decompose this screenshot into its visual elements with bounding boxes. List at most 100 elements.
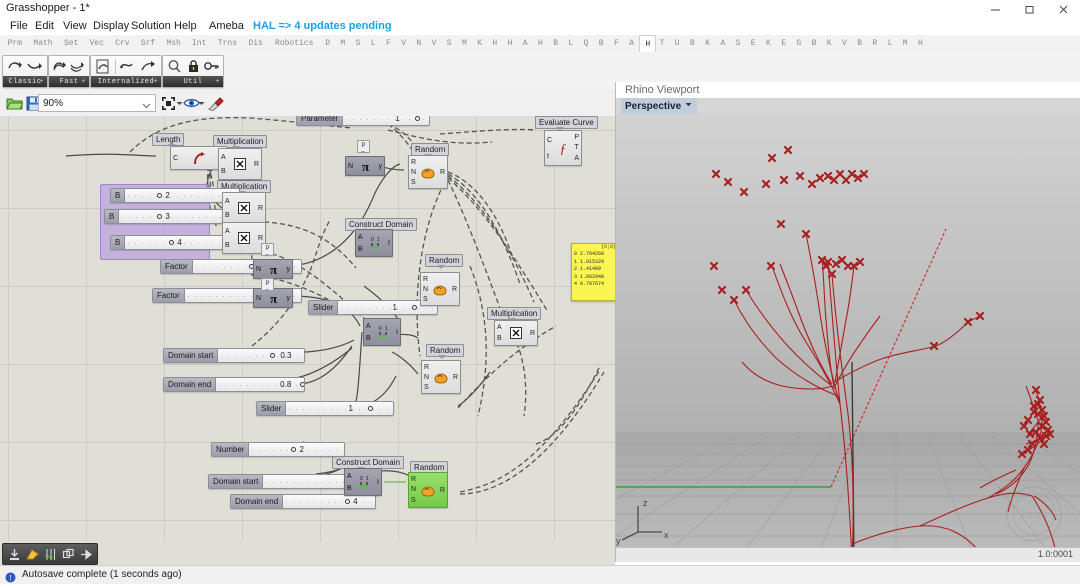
bake-icon[interactable] [6,546,22,562]
port-i[interactable]: I [388,240,390,247]
ribbon-tab-s-38[interactable]: S [730,35,745,52]
ribbon-group-expand-icon[interactable]: + [153,78,158,86]
profiler-icon[interactable] [42,546,58,562]
port-r[interactable]: R [258,235,263,242]
ribbon-tab-l-27[interactable]: L [563,35,578,52]
slider-knob[interactable] [345,499,351,504]
port-b[interactable]: B [225,212,230,219]
viewport-3d[interactable]: kardi z x y 1.0:0001 [616,114,1080,562]
port-r[interactable]: R [258,205,263,212]
port-y[interactable]: y [287,266,291,273]
port-a[interactable]: A [347,473,352,480]
menu-item-solution[interactable]: Solution [127,19,175,33]
ribbon-tab-m-12[interactable]: M [335,35,350,52]
gh-component-mult4[interactable]: AB R [494,320,538,346]
port-i[interactable]: I [377,479,379,486]
port-b[interactable]: B [221,168,226,175]
number-slider[interactable]: B2 [110,188,240,203]
ribbon-tab-robotics-10[interactable]: Robotics [268,35,320,52]
ribbon-tab-f-15[interactable]: F [381,35,396,52]
port-s[interactable]: S [423,296,428,303]
slider-knob[interactable] [157,193,163,198]
curve-arrow-icon[interactable] [6,57,24,75]
port-a[interactable]: A [366,323,371,330]
port-r[interactable]: R [423,276,428,283]
slider-track[interactable]: 1 [286,402,393,415]
port-b[interactable]: B [497,335,502,342]
ribbon-tab-a-24[interactable]: A [518,35,533,52]
port-n[interactable]: N [348,163,353,170]
port-r[interactable]: R [440,169,445,176]
chevron-down-icon[interactable] [684,100,693,112]
ribbon-tab-v-45[interactable]: V [837,35,852,52]
number-slider[interactable]: Domain end 0.8 [163,377,305,392]
ribbon-group-label-fast[interactable]: Fast + [49,76,89,87]
slider-knob[interactable] [368,406,374,411]
ribbon-tab-int-7[interactable]: Int [186,35,212,52]
port-b[interactable]: B [358,246,363,253]
viewport-tab-perspective[interactable]: Perspective [621,98,698,114]
ribbon-tab-trns-8[interactable]: Trns [212,35,243,52]
port-i[interactable]: I [396,329,398,336]
slider-track[interactable]: 0.8 [216,378,304,391]
slider-knob[interactable] [291,447,297,452]
arrow-next-icon[interactable] [78,546,94,562]
parameter-nub[interactable]: P [261,278,274,292]
hal-update-notice[interactable]: HAL => 4 updates pending [249,19,396,33]
double-curve-arrow-icon[interactable] [52,57,68,75]
number-slider[interactable]: Number 2 [211,442,345,457]
ribbon-tab-set-2[interactable]: Set [58,35,84,52]
ribbon-tab-crv-4[interactable]: Crv [110,35,136,52]
port-r[interactable]: R [254,161,259,168]
slider-knob[interactable] [300,382,304,387]
ribbon-tab-k-21[interactable]: K [472,35,487,52]
port-t[interactable]: T [574,144,579,151]
gh-component-mult3[interactable]: AB R [222,222,266,254]
ribbon-tab-h-50[interactable]: H [913,35,928,52]
maximize-icon[interactable] [1012,0,1046,18]
port-a[interactable]: A [225,228,230,235]
port-n[interactable]: N [411,169,416,176]
ribbon-tab-s-19[interactable]: S [442,35,457,52]
double-arrow-icon[interactable] [70,57,86,75]
ribbon-group-expand-icon[interactable]: + [39,78,44,86]
eye-caret-icon[interactable] [198,93,205,113]
port-r[interactable]: R [411,159,416,166]
port-y[interactable]: y [379,163,383,170]
ribbon-group-expand-icon[interactable]: + [81,78,86,86]
ribbon-tab-t-33[interactable]: T [654,35,669,52]
ribbon-tab-b-35[interactable]: B [685,35,700,52]
port-t[interactable]: t [547,153,552,160]
ribbon-tab-l-48[interactable]: L [882,35,897,52]
port-n[interactable]: N [411,486,416,493]
parameter-nub[interactable]: P [357,140,370,154]
ribbon-group-label-classic[interactable]: Classic + [3,76,47,87]
parameter-nub[interactable]: P [261,243,274,257]
menu-item-ameba[interactable]: Ameba [205,19,248,33]
arrow-curve-icon[interactable] [139,57,157,75]
gh-component-mult1[interactable]: AB R [218,148,262,180]
magnifier-icon[interactable] [166,57,183,75]
preview-mesh-icon[interactable] [24,546,40,562]
port-r[interactable]: R [453,374,458,381]
slider-knob[interactable] [415,116,421,121]
gh-component-random2[interactable]: RNSR [420,272,460,306]
ribbon-tab-msh-6[interactable]: Msh [161,35,187,52]
port-y[interactable]: y [287,295,291,302]
gh-component-random4[interactable]: RNSR [408,472,448,508]
lock-icon[interactable] [185,57,202,75]
ribbon-tab-srf-5[interactable]: Srf [135,35,161,52]
ribbon-tab-q-28[interactable]: Q [578,35,593,52]
port-n[interactable]: N [423,286,428,293]
port-a[interactable]: A [358,234,363,241]
menu-item-edit[interactable]: Edit [31,19,58,33]
close-icon[interactable] [1046,0,1080,18]
port-r[interactable]: R [530,330,535,337]
port-b[interactable]: B [366,335,371,342]
ribbon-tab-math-1[interactable]: Math [28,35,59,52]
ribbon-tab-e-39[interactable]: E [746,35,761,52]
slider-track[interactable]: 1 [343,116,429,125]
gh-component-domain2[interactable]: AB01I [363,318,401,346]
port-r[interactable]: R [440,487,445,494]
number-slider[interactable]: Domain end 4 [230,494,376,509]
